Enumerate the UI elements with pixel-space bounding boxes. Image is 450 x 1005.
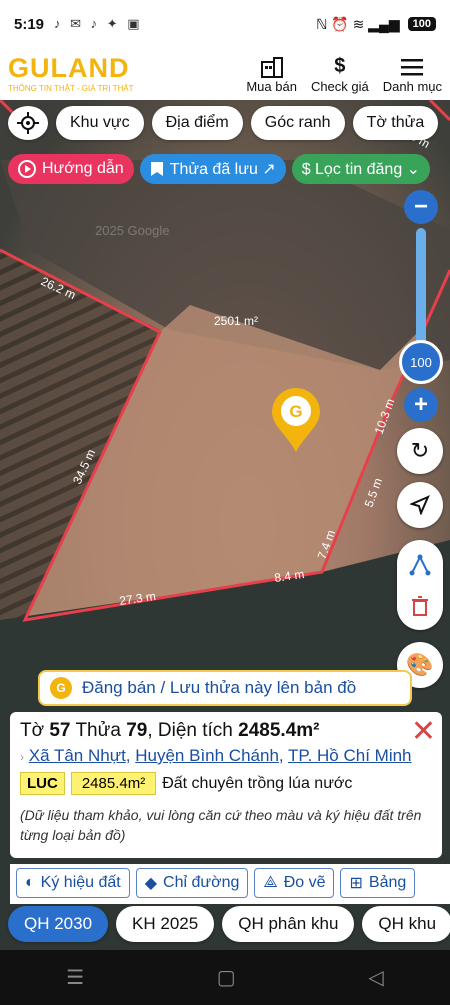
svg-text:G: G	[289, 402, 302, 421]
zone-area-badge: 2485.4m²	[70, 772, 157, 795]
area-label: 2501 m²	[214, 314, 258, 328]
land-symbol-button[interactable]: ◐ Ký hiệu đất	[16, 868, 130, 898]
logo-tagline: THÔNG TIN THẬT - GIÁ TRỊ THẬT	[8, 84, 134, 93]
app-header: GULAND THÔNG TIN THẬT - GIÁ TRỊ THẬT Mua…	[0, 48, 450, 100]
tab-kh-2025[interactable]: KH 2025	[116, 906, 215, 942]
saved-plots-label: Thửa đã lưu ↗	[169, 161, 276, 178]
tab-qh-2030[interactable]: QH 2030	[8, 906, 109, 942]
guland-logo-icon: G	[50, 677, 72, 699]
system-status-icons: ℕ ⏰ ≋ ▂▄▆	[316, 15, 400, 32]
measure-label: Đo vẽ	[283, 874, 326, 891]
filter-bar: Khu vực Địa điểm Góc ranh Tờ thửa	[8, 106, 439, 140]
edge-label-6: 5.5 m	[362, 476, 385, 509]
measure-tools	[397, 540, 443, 630]
post-listing-banner[interactable]: G Đăng bán / Lưu thửa này lên bản đồ	[38, 670, 412, 706]
table-icon: ⊞	[349, 875, 363, 892]
city-link[interactable]: TP. Hồ Chí Minh	[288, 746, 411, 765]
crosshair-icon	[17, 112, 39, 134]
chip-row: Hướng dẫn Thửa đã lưu ↗ $ Lọc tin đăng ⌄	[8, 154, 431, 184]
measure-icon: ⟁	[263, 874, 278, 891]
measure-button[interactable]: ⟁ Đo vẽ	[254, 868, 335, 898]
post-listing-label: Đăng bán / Lưu thửa này lên bản đồ	[82, 678, 357, 697]
directions-label: Chỉ đường	[163, 874, 240, 891]
trash-icon[interactable]	[411, 596, 429, 616]
filter-area[interactable]: Khu vực	[56, 106, 144, 140]
tab-qh-khu[interactable]: QH khu	[362, 906, 450, 942]
system-icons: ℕ ⏰ ≋ ▂▄▆ 100	[316, 16, 436, 33]
navigation-arrow-icon	[410, 495, 430, 515]
filter-listings-label: $ Lọc tin đăng ⌄	[301, 161, 421, 178]
dollar-icon: $	[334, 55, 346, 77]
bookmark-icon	[150, 162, 163, 176]
map-watermark: 2025 Google	[95, 223, 169, 238]
recent-apps-icon[interactable]: ☰	[66, 965, 84, 990]
building-icon	[259, 55, 285, 79]
menu-label: Danh mục	[382, 78, 442, 94]
sheet-label: Tờ	[20, 720, 45, 741]
map-pin-icon[interactable]: G	[270, 386, 322, 454]
refresh-button[interactable]: ↻	[397, 428, 443, 474]
filter-sheet-plot[interactable]: Tờ thửa	[352, 106, 439, 140]
clock: 5:19	[14, 15, 45, 33]
table-button[interactable]: ⊞ Bảng	[340, 868, 416, 898]
zone-description: Đất chuyên trồng lúa nước	[162, 774, 353, 792]
land-symbol-label: Ký hiệu đất	[40, 874, 121, 891]
area-label-text: Diện tích	[157, 720, 233, 741]
directions-icon: ◆	[144, 875, 158, 892]
app-logo[interactable]: GULAND THÔNG TIN THẬT - GIÁ TRỊ THẬT	[8, 53, 134, 94]
header-actions: Mua bán $ Check giá Danh mục	[246, 55, 442, 94]
parcel-info-card: Tờ 57 Thửa 79, Diện tích 2485.4m² ✕ › Xã…	[10, 712, 442, 858]
logo-text: GULAND	[8, 53, 130, 83]
notification-icons: ♪ ✉ ♪ ✦ ▣	[54, 16, 143, 31]
table-label: Bảng	[368, 874, 407, 891]
guide-chip[interactable]: Hướng dẫn	[8, 154, 134, 184]
buy-sell-button[interactable]: Mua bán	[246, 55, 297, 94]
menu-button[interactable]: Danh mục	[383, 55, 442, 94]
parcel-location: › Xã Tân Nhựt, Huyện Bình Chánh, TP. Hồ …	[20, 746, 412, 765]
close-icon[interactable]: ✕	[411, 714, 436, 749]
locate-button[interactable]	[8, 106, 48, 140]
district-link[interactable]: Huyện Bình Chánh	[135, 746, 279, 765]
plot-label: Thửa	[75, 720, 121, 741]
back-icon[interactable]: ◁	[368, 965, 383, 990]
zoom-in-button[interactable]: +	[404, 388, 438, 422]
plot-number: 79	[126, 720, 148, 741]
palette-small-icon: ◐	[25, 874, 35, 891]
zoning-row: LUC 2485.4m² Đất chuyên trồng lúa nước	[20, 772, 432, 795]
zoom-out-button[interactable]: −	[404, 190, 438, 224]
ward-link[interactable]: Xã Tân Nhựt	[29, 746, 126, 765]
buy-sell-label: Mua bán	[246, 78, 297, 94]
zoom-control: − 100 +	[399, 190, 443, 422]
system-nav-bar: ☰ ▢ ◁	[0, 950, 450, 1005]
tab-qh-phan-khu[interactable]: QH phân khu	[222, 906, 355, 942]
check-price-label: Check giá	[310, 78, 369, 94]
play-icon	[18, 160, 36, 178]
navigate-button[interactable]	[397, 482, 443, 528]
check-price-button[interactable]: $ Check giá	[311, 55, 369, 94]
parcel-title: Tờ 57 Thửa 79, Diện tích 2485.4m²	[20, 720, 320, 741]
home-icon[interactable]: ▢	[217, 965, 236, 990]
draw-polygon-icon[interactable]	[409, 554, 431, 576]
saved-plots-chip[interactable]: Thửa đã lưu ↗	[139, 154, 286, 184]
filter-corner[interactable]: Góc ranh	[250, 106, 345, 140]
filter-place[interactable]: Địa điểm	[151, 106, 243, 140]
zoom-slider-knob[interactable]: 100	[399, 340, 443, 384]
menu-icon	[401, 55, 424, 79]
status-bar: 5:19 ♪ ✉ ♪ ✦ ▣ ℕ ⏰ ≋ ▂▄▆ 100	[0, 0, 450, 48]
tool-bar: ◐ Ký hiệu đất ◆ Chỉ đường ⟁ Đo vẽ ⊞ Bảng	[10, 864, 450, 904]
refresh-icon: ↻	[410, 438, 430, 463]
directions-button[interactable]: ◆ Chỉ đường	[135, 868, 249, 898]
guide-label: Hướng dẫn	[42, 160, 124, 177]
plan-tabs: QH 2030 KH 2025 QH phân khu QH khu	[8, 906, 450, 942]
disclaimer-note: (Dữ liệu tham khảo, vui lòng căn cứ theo…	[20, 807, 422, 843]
zone-code-badge: LUC	[20, 772, 65, 795]
sheet-number: 57	[49, 720, 71, 741]
filter-listings-chip[interactable]: $ Lọc tin đăng ⌄	[291, 154, 431, 184]
battery-icon: 100	[407, 17, 436, 31]
area-value: 2485.4m²	[238, 720, 320, 741]
zoom-slider-track[interactable]	[416, 228, 426, 348]
